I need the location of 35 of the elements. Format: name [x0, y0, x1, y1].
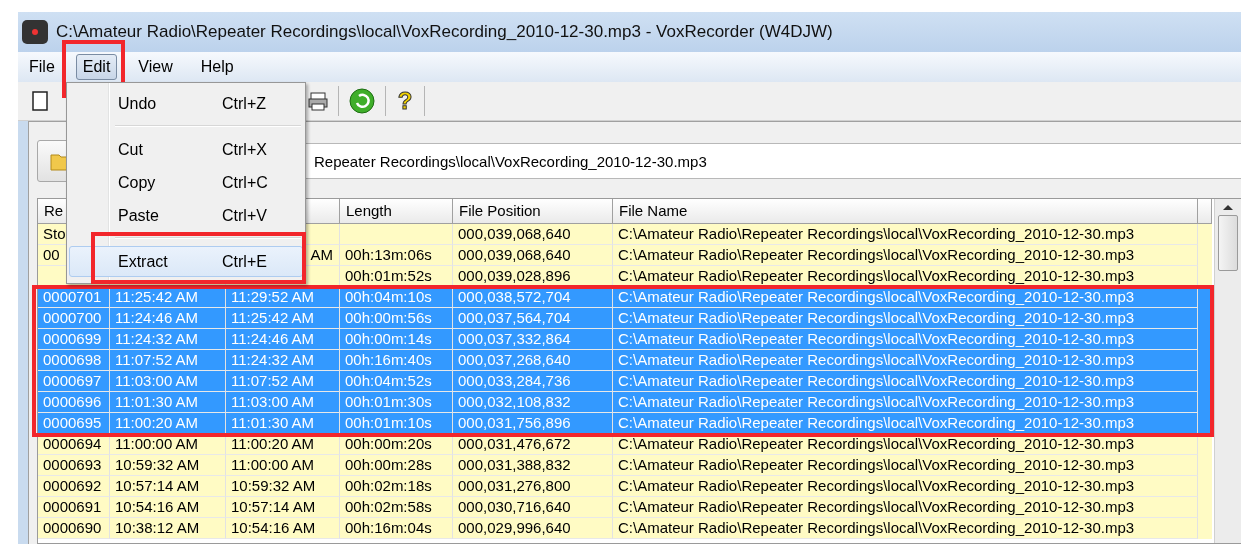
table-row[interactable]: 0000692 10:57:14 AM 10:59:32 AM 00h:02m:18s 000,031,276,800 C:\Amateur Radio\Repeater Recordings\local\VoxRecording_2010-12-30.mp3 — [38, 476, 1212, 497]
table-cell: 10:54:16 AM — [226, 518, 340, 539]
table-cell: 00h:16m:04s — [340, 518, 453, 539]
menu-entry[interactable]: Undo Ctrl+Z — [69, 88, 303, 119]
table-row[interactable]: 0000693 10:59:32 AM 11:00:00 AM 00h:00m:28s 000,031,388,832 C:\Amateur Radio\Repeater Recordings\local\VoxRecording_2010-12-30.mp3 — [38, 455, 1212, 476]
app-icon — [22, 20, 48, 44]
table-cell: 000,031,756,896 — [453, 413, 613, 434]
column-header[interactable]: Length — [340, 199, 453, 223]
column-header[interactable]: File Name — [613, 199, 1198, 223]
menu-item[interactable]: Edit — [75, 54, 118, 80]
table-cell: C:\Amateur Radio\Repeater Recordings\local\VoxRecording_2010-12-30.mp3 — [613, 413, 1198, 434]
menu-entry[interactable]: Extract Ctrl+E — [69, 246, 303, 277]
table-cell: 10:38:12 AM — [110, 518, 226, 539]
table-cell: C:\Amateur Radio\Repeater Recordings\local\VoxRecording_2010-12-30.mp3 — [613, 518, 1198, 539]
scrollbar-thumb[interactable] — [1218, 215, 1238, 271]
printer-icon[interactable] — [308, 91, 328, 111]
table-cell: 00h:01m:10s — [340, 413, 453, 434]
menu-item[interactable]: Help — [193, 54, 241, 80]
refresh-icon[interactable] — [349, 88, 375, 114]
table-cell: 11:01:30 AM — [226, 413, 340, 434]
scroll-up-icon[interactable] — [1222, 203, 1234, 211]
new-document-icon[interactable] — [32, 91, 48, 111]
table-cell: 11:00:20 AM — [110, 413, 226, 434]
table-row[interactable]: 0000691 10:54:16 AM 10:57:14 AM 00h:02m:58s 000,030,716,640 C:\Amateur Radio\Repeater Recordings\local\VoxRecording_2010-12-30.mp3 — [38, 497, 1212, 518]
table-cell: 000,039,028,896 — [453, 266, 613, 287]
window-title: C:\Amateur Radio\Repeater Recordings\local\VoxRecording_2010-12-30.mp3 - VoxRecorder (W4DJW) — [56, 22, 833, 42]
table-cell: C:\Amateur Radio\Repeater Recordings\local\VoxRecording_2010-12-30.mp3 — [613, 266, 1198, 287]
column-header[interactable]: File Position — [453, 199, 613, 223]
menu-item[interactable]: View — [131, 54, 180, 80]
table-row[interactable]: 0000690 10:38:12 AM 10:54:16 AM 00h:16m:04s 000,029,996,640 C:\Amateur Radio\Repeater Recordings\local\VoxRecording_2010-12-30.mp3 — [38, 518, 1212, 539]
table-cell: 000,029,996,640 — [453, 518, 613, 539]
menu-item[interactable]: File — [22, 54, 62, 80]
table-cell: 00h:01m:52s — [340, 266, 453, 287]
table-cell: 0000695 — [38, 413, 110, 434]
table-cell: 0000690 — [38, 518, 110, 539]
